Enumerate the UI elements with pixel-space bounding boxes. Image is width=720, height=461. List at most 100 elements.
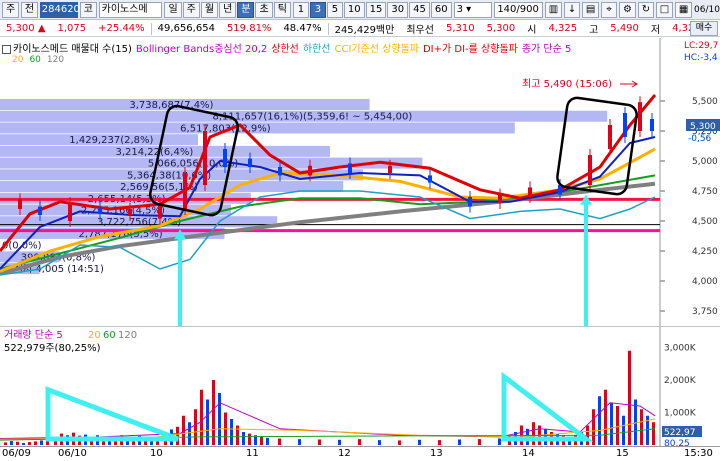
- volume-bar: [604, 389, 607, 445]
- calendar-icon[interactable]: ▦: [674, 1, 693, 18]
- period-button[interactable]: 초: [255, 1, 273, 18]
- volume-bar: [438, 440, 441, 445]
- candle-body: [183, 173, 187, 209]
- period-button[interactable]: 주: [182, 1, 200, 18]
- price-chart-panel[interactable]: 카이노스메드 매물대 수(15) Bollinger Bands중심선 20,2…: [0, 38, 720, 326]
- volume-ratio: 519.81%: [226, 23, 272, 34]
- minute-button[interactable]: 60: [430, 1, 452, 18]
- time-axis-label: 15: [616, 448, 629, 459]
- volume-bar: [278, 438, 281, 445]
- period-button[interactable]: 년: [219, 1, 237, 18]
- candle-body: [38, 206, 42, 215]
- high-price-annotation: 최고 5,490 (15:06): [522, 78, 612, 90]
- volume-ma-legend[interactable]: 120: [118, 330, 137, 341]
- volume-bar: [206, 399, 209, 445]
- date-field[interactable]: 06/10: [694, 5, 720, 15]
- ma120-legend[interactable]: 120: [47, 55, 64, 65]
- volume-axis-label: 2,000K: [664, 376, 697, 386]
- square-icon[interactable]: □: [655, 1, 673, 18]
- volume-bar: [498, 438, 501, 445]
- code-prefix-button[interactable]: 코: [79, 1, 97, 18]
- high-label: 고: [589, 25, 599, 36]
- bb-legend[interactable]: Bollinger Bands중심선 20,2: [136, 40, 267, 55]
- chart-type-icon[interactable]: ▥: [544, 1, 562, 18]
- volume-chart-panel[interactable]: 거래량 단순 5 20 60 120 522,979주(80,25%) 3,000K 2,0…: [0, 326, 720, 449]
- candle-body: [18, 199, 22, 209]
- high-price: 5,490: [610, 23, 639, 34]
- minute-button[interactable]: 5: [326, 1, 343, 18]
- dmi-legend[interactable]: DI+가 DI-를 상향돌파: [423, 40, 518, 55]
- time-axis-label: 15:30: [684, 448, 713, 459]
- cursor-icon[interactable]: ⌖: [601, 1, 618, 18]
- volume-profile-label: 3,214,22(6,4%): [116, 147, 194, 158]
- volume-bar: [260, 436, 263, 445]
- candle-body: [468, 197, 472, 207]
- volume-profile-label: 8,111,657(16,1%)(5,359,6! ~ 5,454,00): [213, 112, 413, 123]
- period-button[interactable]: 틱: [273, 1, 291, 18]
- volume-bar: [398, 440, 401, 445]
- bb-lower-legend[interactable]: 하한선: [303, 40, 331, 55]
- volume-profile-label: 3,738,687(7,4%): [129, 100, 213, 111]
- overlay-icon[interactable]: ▤: [581, 1, 600, 18]
- period-button[interactable]: 분: [237, 1, 255, 18]
- minute-button[interactable]: 45: [409, 1, 430, 18]
- high-arrow-icon: [620, 80, 638, 88]
- minute-button[interactable]: 1: [292, 1, 309, 18]
- cci-legend[interactable]: CCI기준선 상향돌파: [334, 40, 419, 55]
- volume-ma-legend[interactable]: 60: [103, 330, 116, 341]
- open-label: 시: [527, 25, 537, 36]
- refresh-icon[interactable]: ↻: [637, 1, 654, 18]
- ma60-legend[interactable]: 60: [29, 55, 40, 65]
- volume-bar: [338, 439, 341, 445]
- volume-bar: [634, 399, 637, 445]
- time-axis: 06/09 06/10 10 11 12 13 14 15 15:30: [0, 446, 720, 461]
- count-select[interactable]: 3 ▾: [453, 1, 493, 18]
- stock-name-field[interactable]: 카이노스메: [98, 1, 163, 18]
- close-ma-legend[interactable]: 종가 단순 5: [522, 40, 572, 55]
- candle-body: [650, 119, 654, 131]
- volume-legend[interactable]: 거래량 단순 5: [4, 329, 63, 341]
- volume-axis-label: 1,000K: [664, 409, 697, 419]
- time-axis-label: 06/09: [2, 448, 31, 459]
- minute-button[interactable]: 3: [309, 1, 326, 18]
- settings-icon[interactable]: ⚙: [619, 1, 636, 18]
- volume-bar: [266, 437, 269, 445]
- price-axis-label: 5,000: [692, 157, 718, 167]
- volume-bar: [592, 409, 595, 445]
- volume-bar: [298, 439, 301, 445]
- volume-bar: [4, 442, 7, 445]
- candle-body: [68, 203, 72, 221]
- period-button[interactable]: 일: [164, 1, 182, 18]
- candle-body: [498, 194, 502, 203]
- minute-button[interactable]: 30: [387, 1, 409, 18]
- bb-upper-legend[interactable]: 상한선: [271, 40, 299, 55]
- stock-code-input[interactable]: 284620: [39, 1, 80, 18]
- volume-bar: [532, 422, 535, 445]
- time-axis-label: 12: [338, 448, 351, 459]
- volume-bar: [40, 440, 43, 445]
- volume-ma-legend[interactable]: 20: [88, 330, 101, 341]
- volume-bar: [236, 425, 239, 445]
- minute-button[interactable]: 10: [343, 1, 365, 18]
- price-axis-label: 4,000: [692, 277, 718, 287]
- volume-bar: [10, 441, 13, 445]
- mode-button-1[interactable]: 주: [2, 1, 19, 18]
- volume-bar: [616, 406, 619, 445]
- indicator-legend: 카이노스메드 매물대 수(15) Bollinger Bands중심선 20,2…: [2, 40, 571, 55]
- buy-button[interactable]: 매수: [690, 21, 718, 36]
- volume-bar: [652, 422, 655, 445]
- low-label: 저: [650, 25, 661, 36]
- candle-body: [623, 113, 627, 137]
- period-button[interactable]: 월: [200, 1, 219, 18]
- range-field[interactable]: 140/900: [494, 1, 543, 18]
- candle-body: [128, 209, 132, 215]
- mode-button-2[interactable]: 전: [20, 1, 38, 18]
- arrow-down-icon[interactable]: ↓: [563, 1, 580, 18]
- minute-buttons: 1 3 5 10 15 30 45 60: [292, 1, 452, 18]
- volume-bar: [318, 439, 321, 445]
- ma-legend[interactable]: 카이노스메드 매물대 수(15): [2, 40, 132, 55]
- quote-bar: 5,300 ▲ 1,075 +25.44% 49,656,654 519.81%…: [0, 21, 720, 37]
- ma20-legend[interactable]: 20: [12, 55, 23, 65]
- minute-button[interactable]: 15: [365, 1, 387, 18]
- volume-bar: [598, 396, 601, 445]
